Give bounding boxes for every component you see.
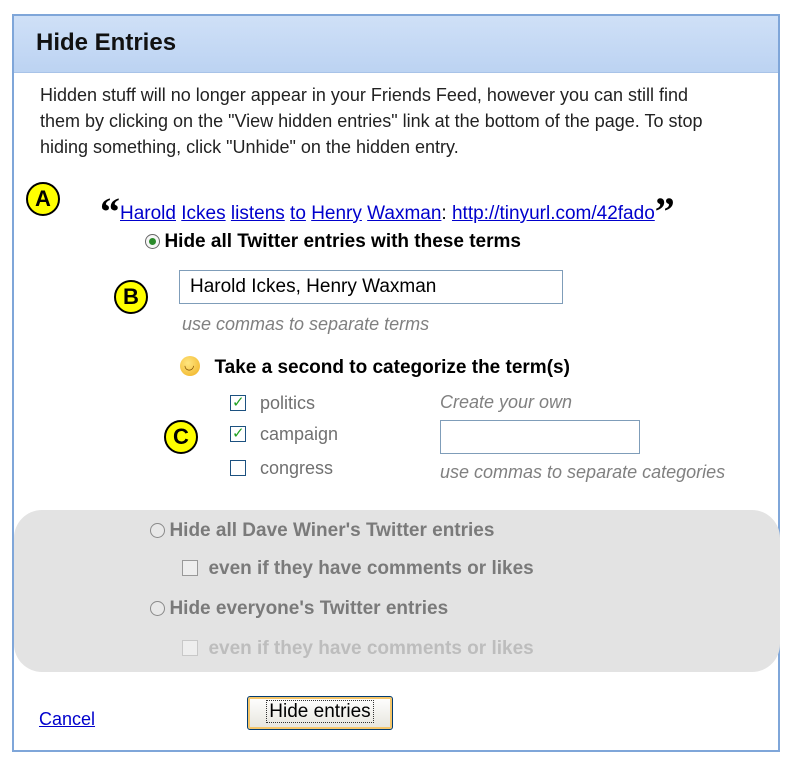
- close-quote-mark: ”: [654, 189, 675, 234]
- open-quote-mark: “: [100, 189, 120, 234]
- everyone-sub-label: even if they have comments or likes: [208, 638, 534, 659]
- category-checkbox[interactable]: [230, 424, 246, 442]
- everyone-sub-row: even if they have comments or likes: [182, 638, 534, 660]
- create-category-input[interactable]: [440, 420, 640, 454]
- create-own-label: Create your own: [440, 392, 573, 412]
- terms-radio[interactable]: [145, 234, 160, 249]
- entry-word-link[interactable]: Waxman: [367, 203, 441, 224]
- entry-word-link[interactable]: Ickes: [181, 203, 225, 224]
- entry-word-link[interactable]: to: [290, 203, 306, 224]
- terms-hint: use commas to separate terms: [182, 314, 430, 334]
- marker-b: B: [114, 280, 148, 314]
- intro-text: Hidden stuff will no longer appear in yo…: [40, 85, 703, 157]
- hide-entries-dialog: Hide Entries Hidden stuff will no longer…: [12, 14, 780, 752]
- categories-hint: use commas to separate categories: [440, 462, 726, 482]
- category-item[interactable]: politics: [230, 393, 315, 414]
- entry-colon: :: [441, 203, 447, 224]
- entry-word-link[interactable]: Henry: [311, 203, 362, 224]
- hide-entries-button[interactable]: Hide entries: [247, 696, 393, 730]
- everyone-option-label: Hide everyone's Twitter entries: [169, 598, 449, 619]
- entry-quote: “Harold Ickes listens to Henry Waxman: h…: [100, 188, 675, 235]
- everyone-radio[interactable]: [150, 601, 165, 616]
- marker-c: C: [164, 420, 198, 454]
- category-checkbox[interactable]: [230, 393, 246, 411]
- cancel-link[interactable]: Cancel: [39, 709, 95, 730]
- user-radio[interactable]: [150, 523, 165, 538]
- hide-entries-button-label: Hide entries: [266, 700, 374, 723]
- option-everyone-row[interactable]: Hide everyone's Twitter entries: [150, 598, 448, 620]
- category-label: congress: [260, 458, 334, 478]
- categorize-prompt-row: Take a second to categorize the term(s): [180, 356, 570, 379]
- terms-option-label: Hide all Twitter entries with these term…: [164, 231, 521, 252]
- category-item[interactable]: congress: [230, 458, 333, 479]
- category-label: politics: [260, 393, 316, 413]
- option-user-row[interactable]: Hide all Dave Winer's Twitter entries: [150, 520, 494, 542]
- other-options-panel: Hide all Dave Winer's Twitter entries ev…: [14, 510, 780, 672]
- entry-word-link[interactable]: listens: [231, 203, 285, 224]
- dialog-title: Hide Entries: [36, 29, 177, 56]
- terms-input[interactable]: [179, 270, 563, 304]
- category-checkbox[interactable]: [230, 460, 246, 476]
- smiley-icon: [180, 356, 200, 376]
- dialog-titlebar: Hide Entries: [14, 16, 778, 73]
- entry-word-link[interactable]: Harold: [120, 203, 176, 224]
- entry-url-link[interactable]: http://tinyurl.com/42fado: [452, 203, 655, 224]
- categorize-prompt: Take a second to categorize the term(s): [214, 357, 570, 378]
- user-option-label: Hide all Dave Winer's Twitter entries: [169, 520, 495, 541]
- option-terms-row[interactable]: Hide all Twitter entries with these term…: [145, 231, 521, 253]
- category-item[interactable]: campaign: [230, 424, 338, 445]
- marker-a: A: [26, 182, 60, 216]
- user-sub-label: even if they have comments or likes: [208, 558, 534, 579]
- user-sub-row[interactable]: even if they have comments or likes: [182, 558, 534, 580]
- user-comments-checkbox[interactable]: [182, 560, 198, 576]
- everyone-comments-checkbox: [182, 640, 198, 656]
- category-label: campaign: [260, 424, 339, 444]
